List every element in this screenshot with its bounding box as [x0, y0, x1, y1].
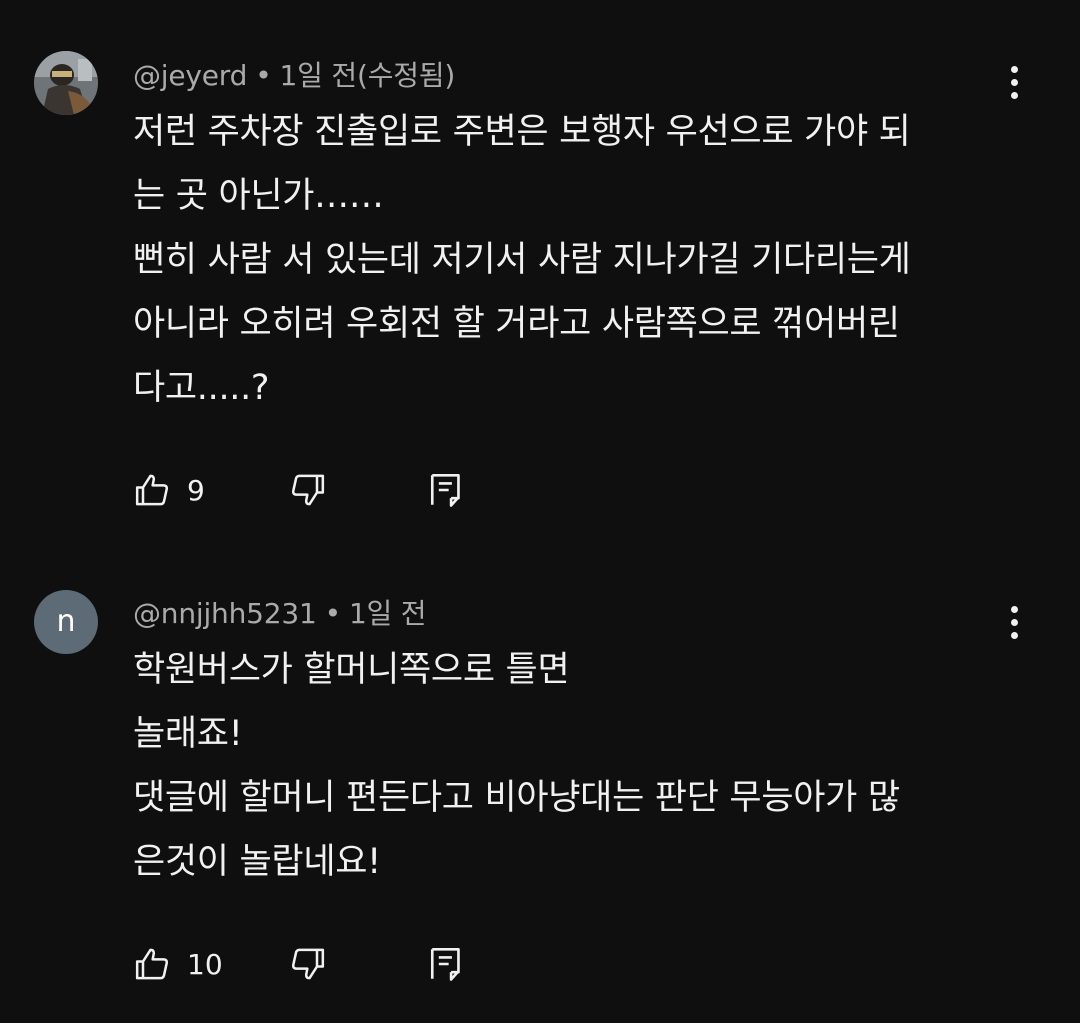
dislike-button[interactable] — [287, 942, 327, 986]
like-count: 9 — [187, 473, 205, 507]
thumbs-down-icon — [291, 474, 325, 506]
comment-time[interactable]: 1일 전(수정됨) — [280, 59, 456, 92]
comment-text-line: 아니라 오히려 우회전 할 거라고 사람쪽으로 꺾어버린 — [133, 304, 900, 344]
thumbs-up-icon — [135, 474, 169, 506]
more-vertical-icon — [1010, 65, 1018, 73]
comment-author[interactable]: @nnjjhh5231 — [133, 597, 317, 630]
comment-text-line: 저런 주차장 진출입로 주변은 보행자 우선으로 가야 되 — [133, 112, 911, 152]
meta-separator: • — [324, 597, 342, 630]
like-button[interactable]: 9 — [133, 468, 205, 512]
comment-text-line: 뻔히 사람 서 있는데 저기서 사람 지나가길 기다리는게 — [133, 240, 911, 280]
reply-button[interactable] — [429, 942, 465, 986]
more-vertical-icon — [1010, 605, 1018, 613]
comment-meta: @jeyerd • 1일 전(수정됨) — [133, 54, 455, 94]
comment-text-line: 놀래죠! — [133, 714, 243, 754]
comment-text-line: 는 곳 아닌가…… — [133, 176, 384, 216]
like-count: 10 — [187, 947, 223, 981]
avatar-photo-icon — [34, 51, 98, 115]
comment-text: 학원버스가 할머니쪽으로 틀면 놀래죠! 댓글에 할머니 편든다고 비아냥대는 … — [133, 638, 1013, 894]
avatar[interactable] — [34, 51, 98, 115]
comment-time[interactable]: 1일 전 — [349, 597, 427, 630]
like-button[interactable]: 10 — [133, 942, 223, 986]
more-options-button[interactable] — [994, 58, 1034, 106]
reply-button[interactable] — [429, 468, 465, 512]
dislike-button[interactable] — [287, 468, 327, 512]
thumbs-down-icon — [291, 948, 325, 980]
comment-text-line: 학원버스가 할머니쪽으로 틀면 — [133, 650, 570, 690]
meta-separator: • — [255, 59, 272, 92]
comment-author[interactable]: @jeyerd — [133, 59, 247, 92]
comment-text-line: 댓글에 할머니 편든다고 비아냥대는 판단 무능아가 많 — [133, 778, 900, 818]
avatar-letter: n — [56, 604, 76, 639]
comment-text: 저런 주차장 진출입로 주변은 보행자 우선으로 가야 되 는 곳 아닌가…… … — [133, 100, 1013, 420]
comment-text-line: 은것이 놀랍네요! — [133, 842, 381, 882]
thumbs-up-icon — [135, 948, 169, 980]
reply-comment-icon — [430, 473, 460, 507]
avatar[interactable]: n — [34, 590, 98, 654]
reply-comment-icon — [430, 947, 460, 981]
comment-meta: @nnjjhh5231 • 1일 전 — [133, 592, 427, 632]
comment-text-line: 다고.....? — [133, 368, 270, 408]
